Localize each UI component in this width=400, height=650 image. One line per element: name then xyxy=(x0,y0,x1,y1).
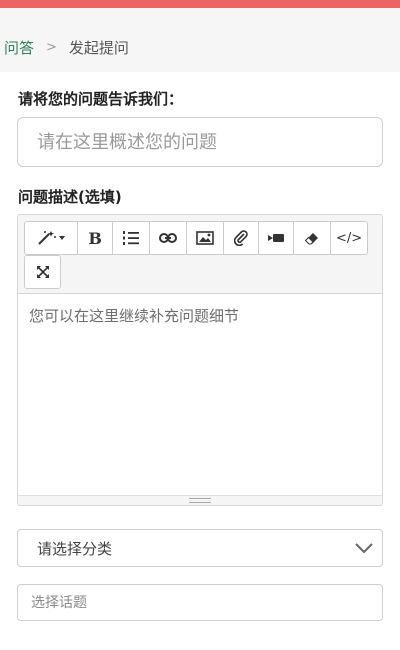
image-button[interactable] xyxy=(187,222,224,254)
description-label: 问题描述(选填) xyxy=(18,188,122,206)
breadcrumb-home-link[interactable]: 问答 xyxy=(4,37,34,58)
magic-wand-icon xyxy=(38,231,65,245)
topic-input[interactable] xyxy=(17,584,383,621)
editor-content-area[interactable]: 您可以在这里继续补充问题细节 xyxy=(18,295,382,495)
resize-grip-icon xyxy=(189,498,211,503)
attachment-icon xyxy=(233,230,248,246)
breadcrumb-separator: > xyxy=(46,39,57,55)
eraser-button[interactable] xyxy=(294,222,332,254)
code-icon: </> xyxy=(336,230,363,246)
question-title-input[interactable] xyxy=(17,117,383,167)
link-icon xyxy=(159,233,178,243)
ordered-list-icon xyxy=(123,231,140,245)
video-icon xyxy=(268,234,285,242)
video-button[interactable] xyxy=(258,222,295,254)
bold-icon: B xyxy=(88,228,102,248)
editor-toolbar-row: B </> xyxy=(24,221,368,255)
ordered-list-button[interactable] xyxy=(113,222,151,254)
title-label: 请将您的问题告诉我们： xyxy=(18,90,184,108)
fullscreen-button[interactable] xyxy=(25,256,60,288)
code-button[interactable]: </> xyxy=(331,222,367,254)
image-icon xyxy=(196,231,214,245)
bold-button[interactable]: B xyxy=(77,222,114,254)
eraser-icon xyxy=(305,233,319,245)
magic-wand-button[interactable] xyxy=(25,222,78,254)
editor-toolbar-row-2 xyxy=(24,255,61,289)
rich-text-editor: B </> 您可以在这里继续补充问题细节 xyxy=(17,214,383,506)
editor-toolbar: B </> xyxy=(18,215,382,294)
attachment-button[interactable] xyxy=(223,222,259,254)
chevron-down-icon xyxy=(355,543,373,554)
breadcrumb-current: 发起提问 xyxy=(68,38,129,57)
link-button[interactable] xyxy=(150,222,188,254)
top-accent-bar xyxy=(0,0,400,8)
editor-resize-handle[interactable] xyxy=(18,495,382,505)
breadcrumb: 问答 > 发起提问 xyxy=(0,8,400,72)
category-select-value: 请选择分类 xyxy=(37,539,113,558)
fullscreen-icon xyxy=(36,266,49,278)
category-select[interactable]: 请选择分类 xyxy=(17,529,383,567)
